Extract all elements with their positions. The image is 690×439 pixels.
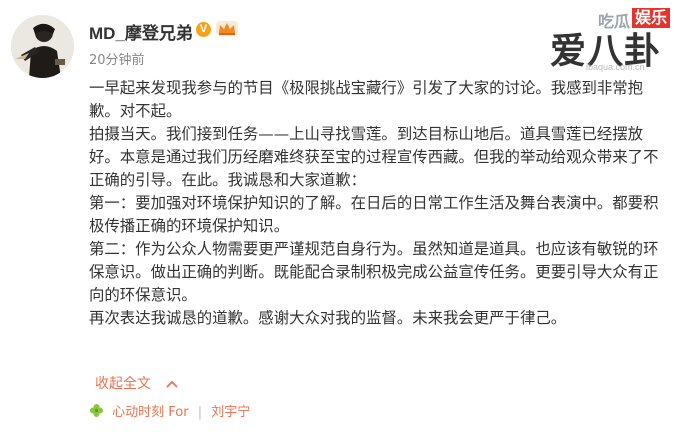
post-paragraph: 再次表达我诚恳的道歉。感谢大众对我的监督。未来我会更严于律己。 (89, 309, 567, 327)
source-separator: | (197, 405, 203, 420)
author-name[interactable]: MD_摩登兄弟 (89, 19, 193, 44)
chevron-up-icon (166, 380, 178, 388)
watermark-logo: 吃瓜 娱乐 爱八卦 ibaqua.com.cn (538, 4, 688, 72)
post-paragraph: 拍摄当天。我们接到任务——上山寻找雪莲。到达目标山地后。道具雪莲已经摆放好。本意… (89, 125, 659, 189)
crown-icon (216, 21, 238, 36)
verified-v-icon: V (196, 22, 211, 37)
weibo-post: MD_摩登兄弟 V 20分钟前 吃瓜 娱乐 爱八卦 ibaqua.com.cn … (0, 0, 690, 439)
post-paragraph: 第二：作为公众人物需要更严谨规范自身行为。虽然知道是道具。也应该有敏锐的环保意识… (89, 240, 659, 304)
watermark-url: ibaqua.com.cn (586, 62, 645, 72)
post-source: 心动时刻 For | 刘宇宁 (89, 401, 250, 420)
post-timestamp[interactable]: 20分钟前 (89, 49, 145, 68)
post-body: 一早起来发现我参与的节目《极限挑战宝藏行》引发了大家的讨论。我感到非常抱歉。对不… (89, 77, 669, 330)
clover-icon (90, 404, 103, 417)
avatar[interactable] (11, 15, 74, 78)
collapse-button[interactable]: 收起全文 (95, 373, 178, 393)
post-paragraph: 一早起来发现我参与的节目《极限挑战宝藏行》引发了大家的讨论。我感到非常抱歉。对不… (89, 79, 644, 120)
source-tag[interactable]: 刘宇宁 (211, 405, 250, 420)
collapse-label: 收起全文 (95, 376, 151, 392)
source-label[interactable]: 心动时刻 For (112, 405, 188, 420)
post-paragraph: 第一：要加强对环境保护知识的了解。在日后的日常工作生活及舞台表演中。都要积极传播… (89, 194, 659, 235)
avatar-image (11, 15, 74, 78)
